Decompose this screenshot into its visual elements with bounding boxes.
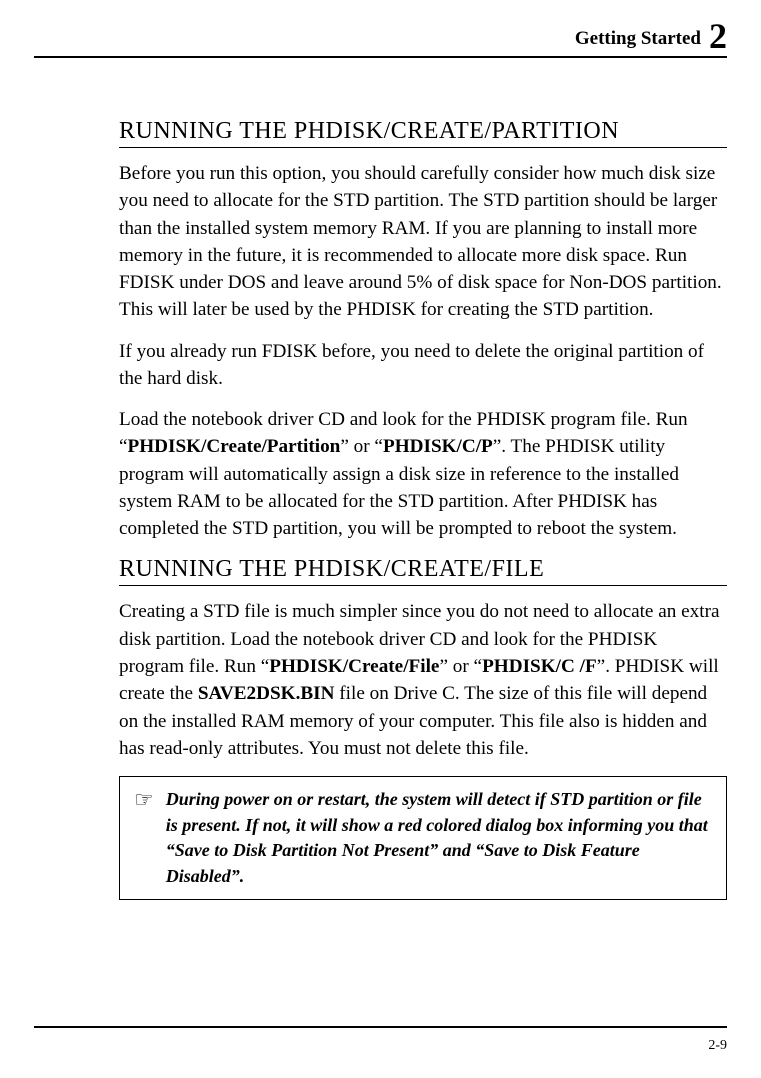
paragraph: Load the notebook driver CD and look for…	[119, 406, 727, 542]
text-run: ” or “	[340, 436, 383, 457]
bold-text: SAVE2DSK.BIN	[198, 683, 335, 704]
content-area: RUNNING THE PHDISK/CREATE/PARTITION Befo…	[34, 58, 727, 900]
section-heading-2: RUNNING THE PHDISK/CREATE/FILE	[119, 556, 727, 586]
note-box: ☞ During power on or restart, the system…	[119, 776, 727, 900]
page: Getting Started 2 RUNNING THE PHDISK/CRE…	[0, 0, 761, 1078]
section-heading-1: RUNNING THE PHDISK/CREATE/PARTITION	[119, 118, 727, 148]
pointing-hand-icon: ☞	[134, 787, 154, 813]
paragraph: Creating a STD file is much simpler sinc…	[119, 598, 727, 762]
text-run: ” or “	[439, 656, 482, 677]
paragraph: Before you run this option, you should c…	[119, 160, 727, 324]
page-header: Getting Started 2	[34, 18, 727, 58]
text-run: If you already run FDISK before, you nee…	[119, 341, 704, 389]
bold-text: PHDISK/C /F	[482, 656, 597, 677]
header-title: Getting Started	[575, 28, 701, 49]
header-chapter-number: 2	[709, 16, 727, 56]
page-number: 2-9	[34, 1038, 727, 1054]
bold-text: PHDISK/Create/Partition	[128, 436, 341, 457]
text-run: Before you run this option, you should c…	[119, 163, 722, 320]
page-footer: 2-9	[34, 1026, 727, 1054]
paragraph: If you already run FDISK before, you nee…	[119, 338, 727, 393]
bold-text: PHDISK/C/P	[383, 436, 493, 457]
bold-text: PHDISK/Create/File	[269, 656, 439, 677]
note-text: During power on or restart, the system w…	[166, 787, 716, 889]
footer-rule	[34, 1026, 727, 1030]
